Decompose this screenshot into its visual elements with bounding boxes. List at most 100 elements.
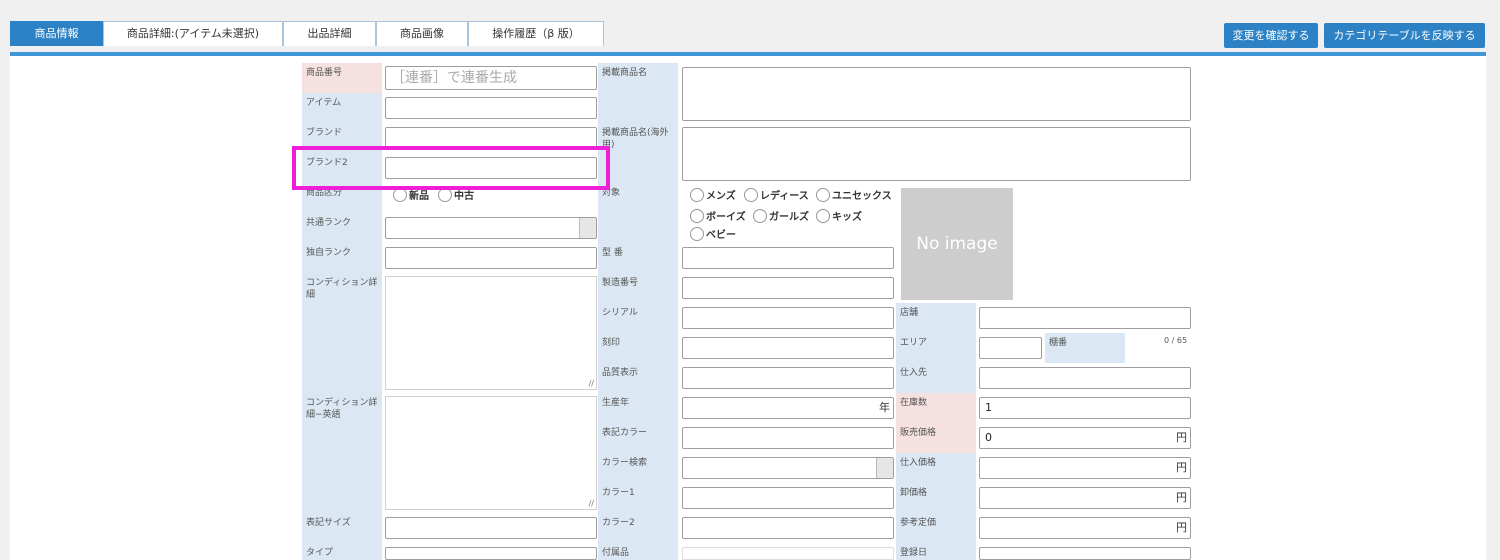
- type-input[interactable]: [385, 547, 597, 560]
- product-image-placeholder: No image: [901, 188, 1013, 300]
- supplier-label: 仕入先: [896, 363, 976, 393]
- tab-operation-history[interactable]: 操作履歴（β 版）: [468, 21, 604, 46]
- radio-circle-icon: [438, 188, 452, 202]
- brand2-highlight-box: [292, 146, 610, 190]
- type-label: タイプ: [302, 543, 382, 560]
- listing-name-overseas-input[interactable]: [682, 127, 1191, 181]
- condition-detail-en-textarea[interactable]: //: [385, 396, 597, 510]
- confirm-changes-button[interactable]: 変更を確認する: [1224, 23, 1318, 48]
- year-unit: 年: [879, 401, 890, 414]
- item-input[interactable]: [385, 97, 597, 119]
- model-number-input[interactable]: [682, 247, 894, 269]
- tab-product-images[interactable]: 商品画像: [376, 21, 468, 46]
- reference-price-label: 参考定価: [896, 513, 976, 543]
- shelf-char-counter: 0 / 65: [1164, 336, 1188, 345]
- sale-price-input[interactable]: 0円: [979, 427, 1191, 449]
- color-search-select[interactable]: [682, 457, 894, 479]
- store-input[interactable]: [979, 307, 1191, 329]
- target-boys-radio[interactable]: ボーイズ: [690, 209, 746, 225]
- target-unisex-radio[interactable]: ユニセックス: [816, 188, 892, 204]
- resize-grip-icon: //: [588, 499, 594, 508]
- sale-price-label: 販売価格: [896, 423, 976, 453]
- wholesale-price-label: 卸価格: [896, 483, 976, 513]
- color1-input[interactable]: [682, 487, 894, 509]
- tab-product-detail[interactable]: 商品詳細:(アイテム未選択): [103, 21, 283, 46]
- tab-bar: 商品情報 商品詳細:(アイテム未選択) 出品詳細 商品画像 操作履歴（β 版） …: [0, 0, 1500, 56]
- yen-unit: 円: [1176, 461, 1187, 474]
- target-baby-radio[interactable]: ベビー: [690, 227, 736, 243]
- product-form-panel: 商品番号 ［連番］で連番生成 アイテム ブランド ブランド2 商品区分 新品 中…: [10, 56, 1486, 560]
- product-number-input[interactable]: ［連番］で連番生成: [385, 66, 597, 90]
- target-girls-radio[interactable]: ガールズ: [753, 209, 809, 225]
- area-label: エリア: [896, 333, 976, 363]
- radio-circle-icon: [753, 209, 767, 223]
- display-color-input[interactable]: [682, 427, 894, 449]
- condition-detail-label: コンディション詳細: [302, 273, 382, 393]
- radio-circle-icon: [690, 209, 704, 223]
- reference-price-input[interactable]: 円: [979, 517, 1191, 539]
- accessories-label: 付属品: [598, 543, 678, 560]
- radio-circle-icon: [744, 188, 758, 202]
- condition-detail-textarea[interactable]: //: [385, 276, 597, 390]
- radio-circle-icon: [393, 188, 407, 202]
- select-arrow-icon: [579, 218, 596, 238]
- listing-name-input[interactable]: [682, 67, 1191, 121]
- purchase-price-label: 仕入価格: [896, 453, 976, 483]
- yen-unit: 円: [1176, 521, 1187, 534]
- color2-label: カラー2: [598, 513, 678, 543]
- wholesale-price-input[interactable]: 円: [979, 487, 1191, 509]
- sale-price-value: 0: [985, 431, 992, 444]
- target-kids-radio[interactable]: キッズ: [816, 209, 862, 225]
- target-label: 対象: [598, 183, 678, 243]
- tab-listing-detail[interactable]: 出品詳細: [283, 21, 376, 46]
- condition-detail-en-label: コンディション詳細−英語: [302, 393, 382, 513]
- product-number-label: 商品番号: [302, 63, 382, 93]
- color-search-label: カラー検索: [598, 453, 678, 483]
- stock-qty-input[interactable]: 1: [979, 397, 1191, 419]
- serial-label: シリアル: [598, 303, 678, 333]
- production-year-input[interactable]: 年: [682, 397, 894, 419]
- apply-category-table-button[interactable]: カテゴリテーブルを反映する: [1324, 23, 1485, 48]
- manufacturing-number-label: 製造番号: [598, 273, 678, 303]
- serial-input[interactable]: [682, 307, 894, 329]
- target-ladies-radio[interactable]: レディース: [744, 188, 809, 204]
- listing-name-overseas-label: 掲載商品名(海外用): [598, 123, 678, 183]
- target-mens-radio[interactable]: メンズ: [690, 188, 736, 204]
- area-input[interactable]: [979, 337, 1042, 359]
- common-rank-select[interactable]: [385, 217, 597, 239]
- registration-date-label: 登録日: [896, 543, 976, 560]
- radio-circle-icon: [816, 188, 830, 202]
- select-arrow-icon: [876, 458, 893, 478]
- listing-name-label: 掲載商品名: [598, 63, 678, 123]
- tab-product-info[interactable]: 商品情報: [10, 21, 103, 46]
- manufacturing-number-input[interactable]: [682, 277, 894, 299]
- display-size-label: 表記サイズ: [302, 513, 382, 543]
- purchase-price-input[interactable]: 円: [979, 457, 1191, 479]
- quality-label-label: 品質表示: [598, 363, 678, 393]
- radio-circle-icon: [816, 209, 830, 223]
- own-rank-label: 独自ランク: [302, 243, 382, 273]
- own-rank-input[interactable]: [385, 247, 597, 269]
- accessories-input[interactable]: [682, 547, 894, 560]
- quality-label-input[interactable]: [682, 367, 894, 389]
- product-type-used-radio[interactable]: 中古: [438, 188, 474, 204]
- product-type-new-radio[interactable]: 新品: [393, 188, 429, 204]
- resize-grip-icon: //: [588, 379, 594, 388]
- radio-circle-icon: [690, 227, 704, 241]
- registration-date-input[interactable]: [979, 547, 1191, 560]
- color1-label: カラー1: [598, 483, 678, 513]
- yen-unit: 円: [1176, 431, 1187, 444]
- shelf-label: 棚番: [1045, 333, 1125, 363]
- engraving-label: 刻印: [598, 333, 678, 363]
- engraving-input[interactable]: [682, 337, 894, 359]
- color2-input[interactable]: [682, 517, 894, 539]
- supplier-input[interactable]: [979, 367, 1191, 389]
- model-number-label: 型 番: [598, 243, 678, 273]
- display-size-input[interactable]: [385, 517, 597, 539]
- store-label: 店舗: [896, 303, 976, 333]
- display-color-label: 表記カラー: [598, 423, 678, 453]
- item-label: アイテム: [302, 93, 382, 123]
- radio-circle-icon: [690, 188, 704, 202]
- stock-qty-label: 在庫数: [896, 393, 976, 423]
- yen-unit: 円: [1176, 491, 1187, 504]
